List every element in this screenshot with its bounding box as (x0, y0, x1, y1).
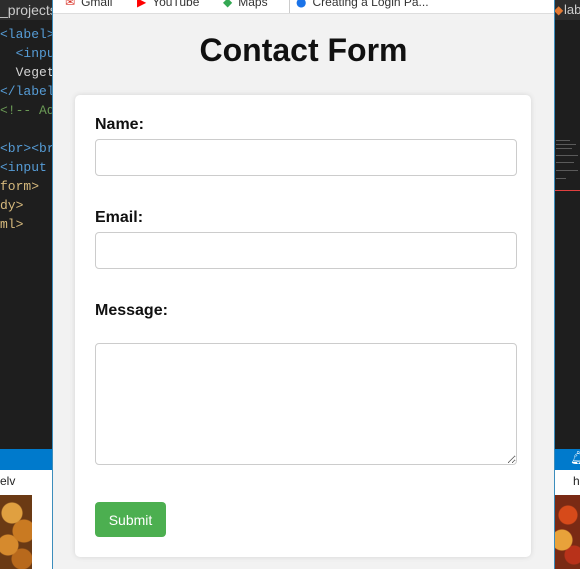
bookmark-label: Creating a Login Pa... (312, 0, 429, 9)
code-line: <label> (0, 27, 53, 42)
code-line: </label (0, 84, 53, 99)
bookmark-label: Gmail (81, 0, 113, 9)
code-line: Veget (15, 65, 53, 80)
background-editor-left: _projects <label> <inpu Veget </label <!… (0, 0, 53, 569)
name-label: Name: (95, 116, 144, 133)
minimap-line (556, 144, 576, 145)
bookmark-maps[interactable]: ◆ Maps (223, 0, 268, 11)
minimap-line (556, 178, 566, 179)
minimap-line (556, 148, 572, 149)
food-thumbnail[interactable] (0, 495, 32, 569)
code-line: <!-- Ad (0, 103, 53, 118)
status-bar (0, 449, 53, 470)
video-title-fragment: elv (0, 474, 16, 488)
editor-tab[interactable]: _projects (0, 0, 53, 20)
page-title: Contact Form (199, 32, 408, 68)
minimap-line (556, 155, 578, 156)
contact-form: Name: Email: Message: Submit (75, 95, 531, 557)
gmail-icon: ✉ (65, 0, 76, 9)
code-line: ml> (0, 217, 24, 232)
code-line: <inpu (15, 46, 53, 61)
minimap-line (556, 162, 574, 163)
browser-window: ✉ Gmail ▶ YouTube ◆ Maps ● Creating a Lo… (53, 0, 554, 569)
email-input[interactable] (95, 232, 517, 269)
code-line: <input (0, 160, 47, 175)
info-icon: ● (296, 0, 307, 9)
bookmarks-bar: ✉ Gmail ▶ YouTube ◆ Maps ● Creating a Lo… (53, 0, 554, 14)
maps-icon: ◆ (223, 0, 233, 9)
background-editor-right: ◆ lab 🔔︎ h (554, 0, 580, 569)
bookmark-youtube[interactable]: ▶ YouTube (137, 0, 199, 11)
email-label: Email: (95, 209, 144, 226)
code-line: dy> (0, 198, 24, 213)
editor-tab-label: _projects (0, 2, 53, 18)
food-thumbnail[interactable] (554, 495, 580, 569)
message-textarea[interactable] (95, 343, 517, 465)
bookmark-gmail[interactable]: ✉ Gmail (65, 0, 112, 11)
submit-button[interactable]: Submit (95, 502, 166, 537)
bookmark-divider (289, 0, 290, 13)
code-line: <br><br (0, 141, 53, 156)
editor-tab-label: lab (564, 2, 580, 17)
minimap-line (556, 170, 578, 171)
name-input[interactable] (95, 139, 517, 176)
bookmark-label: Maps (238, 0, 268, 9)
video-title-fragment: h (573, 474, 580, 488)
youtube-icon: ▶ (137, 0, 147, 9)
bookmark-label: YouTube (152, 0, 200, 9)
bookmark-creating-login[interactable]: ● Creating a Login Pa... (296, 0, 429, 11)
html-file-icon: ◆ (554, 3, 564, 17)
bell-icon[interactable]: 🔔︎ (570, 451, 580, 466)
message-label: Message: (95, 302, 168, 319)
code-line: form> (0, 179, 40, 194)
minimap-line (556, 140, 570, 141)
minimap-marker (554, 190, 580, 191)
